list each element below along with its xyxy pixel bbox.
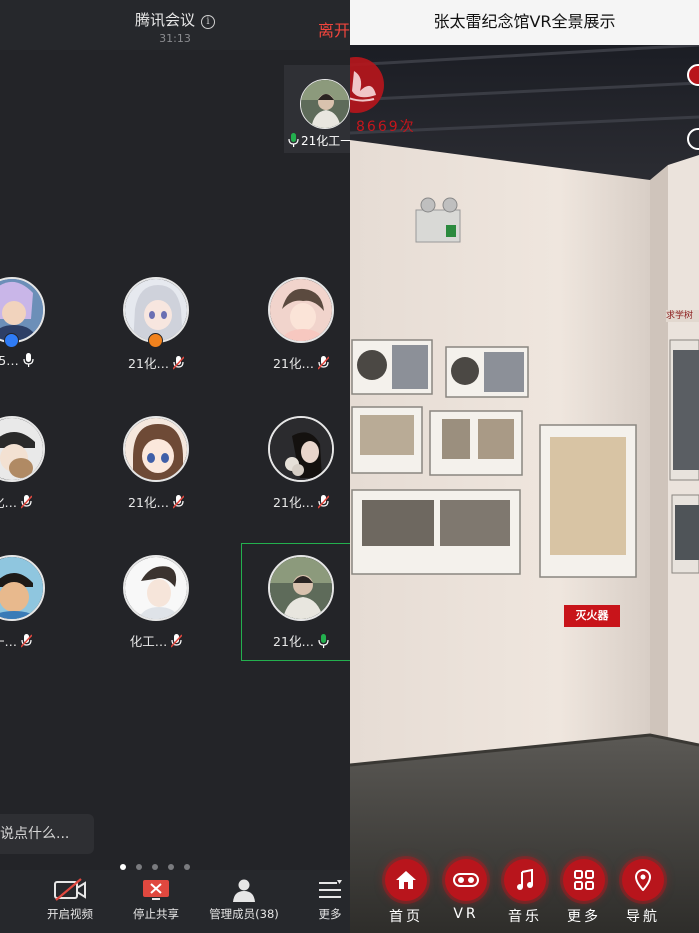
- participant-tile[interactable]: 21化…: [96, 416, 204, 534]
- exit-sign: 灭火器: [575, 609, 609, 622]
- vr-glasses-icon: [445, 859, 487, 901]
- nav-vr-label: VR: [453, 906, 479, 922]
- avatar: [123, 555, 189, 621]
- mic-muted-icon: [172, 356, 184, 370]
- participant-name: 一…: [0, 631, 72, 650]
- participant-tile[interactable]: 21化…: [241, 555, 349, 673]
- mic-muted-icon: [172, 495, 184, 509]
- museum-logo: [350, 57, 386, 113]
- avatar: [300, 79, 350, 129]
- visit-counter: 8669次: [356, 119, 416, 135]
- nav-more[interactable]: 更多: [554, 857, 614, 926]
- vr-page-title: 张太雷纪念馆VR全景展示: [350, 0, 699, 45]
- avatar: [0, 555, 45, 621]
- stop-share-button[interactable]: 停止共享: [126, 870, 186, 933]
- participant-tile[interactable]: 一…: [0, 555, 60, 673]
- participant-name: 21化…: [96, 492, 216, 511]
- camera-off-icon: [54, 878, 86, 901]
- meeting-header: 腾讯会议 i 31:13 离开: [0, 0, 350, 50]
- floating-tile-name: 21化工一: [288, 132, 350, 149]
- participant-name: 21化…: [241, 353, 350, 372]
- meeting-title-text: 腾讯会议: [134, 11, 195, 29]
- start-video-label: 开启视频: [47, 907, 93, 921]
- leave-button[interactable]: 离开: [318, 17, 350, 41]
- floating-video-tile[interactable]: 21化工一: [284, 65, 350, 153]
- location-pin-icon: [622, 859, 664, 901]
- stop-share-label: 停止共享: [133, 907, 179, 921]
- meeting-toolbar: 开启视频 停止共享 管理成员(38) 更多: [0, 870, 350, 933]
- nav-music[interactable]: 音乐: [495, 857, 555, 926]
- split-screen: 腾讯会议 i 31:13 离开 21化工一 5… 21化… 21化… … 21化…: [0, 0, 699, 933]
- music-icon: [504, 859, 546, 901]
- screen-share-icon: [143, 880, 169, 900]
- vr-app: 张太雷纪念馆VR全景展示 求学树 灭火器 8669次 首页 VR 音乐 更多 导…: [350, 0, 699, 933]
- participant-tile[interactable]: 化…: [0, 416, 60, 534]
- mic-muted-icon: [317, 495, 329, 509]
- chat-input[interactable]: 说点什么...: [0, 814, 94, 854]
- home-icon: [385, 859, 427, 901]
- mic-speaking-icon: [318, 634, 329, 648]
- nav-home-label: 首页: [389, 909, 423, 925]
- meeting-title[interactable]: 腾讯会议 i: [0, 9, 350, 30]
- avatar: [268, 555, 334, 621]
- nav-guide-label: 导航: [626, 909, 660, 925]
- nav-home[interactable]: 首页: [376, 857, 436, 926]
- mic-muted-icon: [317, 356, 329, 370]
- participant-name: 25…: [0, 353, 72, 368]
- nav-vr[interactable]: VR: [436, 857, 496, 922]
- members-icon: [233, 879, 255, 902]
- participant-name: 21化…: [96, 353, 216, 372]
- mic-muted-icon: [21, 495, 32, 509]
- vr-panorama[interactable]: 求学树 灭火器: [350, 43, 699, 933]
- participant-tile[interactable]: 21化…: [96, 277, 204, 395]
- info-icon[interactable]: i: [201, 15, 215, 29]
- participant-name: 21化…: [241, 631, 350, 650]
- participant-tile[interactable]: 21化…: [241, 416, 349, 534]
- participant-tile[interactable]: 化工…: [96, 555, 204, 673]
- manage-members-button[interactable]: 管理成员(38): [206, 870, 282, 933]
- meeting-app: 腾讯会议 i 31:13 离开 21化工一 5… 21化… 21化… … 21化…: [0, 0, 350, 933]
- microphone-icon: [23, 353, 34, 367]
- mic-muted-icon: [171, 634, 183, 648]
- role-badge: [4, 333, 19, 348]
- mic-muted-icon: [21, 634, 32, 648]
- meeting-timer: 31:13: [159, 32, 191, 45]
- avatar: [268, 277, 334, 343]
- avatar: [268, 416, 334, 482]
- avatar: [0, 416, 45, 482]
- participant-name: 化…: [0, 492, 72, 511]
- menu-icon: [319, 880, 342, 898]
- participant-tile[interactable]: 25…: [0, 277, 60, 395]
- more-button[interactable]: 更多: [306, 870, 350, 933]
- microphone-icon: [288, 133, 299, 147]
- nav-music-label: 音乐: [508, 909, 542, 925]
- participant-name: 21化…: [241, 492, 350, 511]
- wall-heading: 求学树: [666, 311, 694, 321]
- nav-more-label: 更多: [567, 909, 601, 925]
- participant-name: 化工…: [96, 631, 216, 650]
- avatar: [123, 416, 189, 482]
- start-video-button[interactable]: 开启视频: [40, 870, 100, 933]
- more-label: 更多: [318, 907, 342, 921]
- role-badge: [148, 333, 163, 348]
- panorama-image: [350, 43, 699, 933]
- nav-guide[interactable]: 导航: [613, 857, 673, 926]
- participant-tile[interactable]: 21化…: [241, 277, 349, 395]
- vr-bottom-nav: 首页 VR 音乐 更多 导航: [350, 857, 699, 933]
- manage-members-label: 管理成员(38): [209, 907, 279, 921]
- floating-tile-name-text: 21化工一: [301, 134, 350, 148]
- grid-icon: [563, 859, 605, 901]
